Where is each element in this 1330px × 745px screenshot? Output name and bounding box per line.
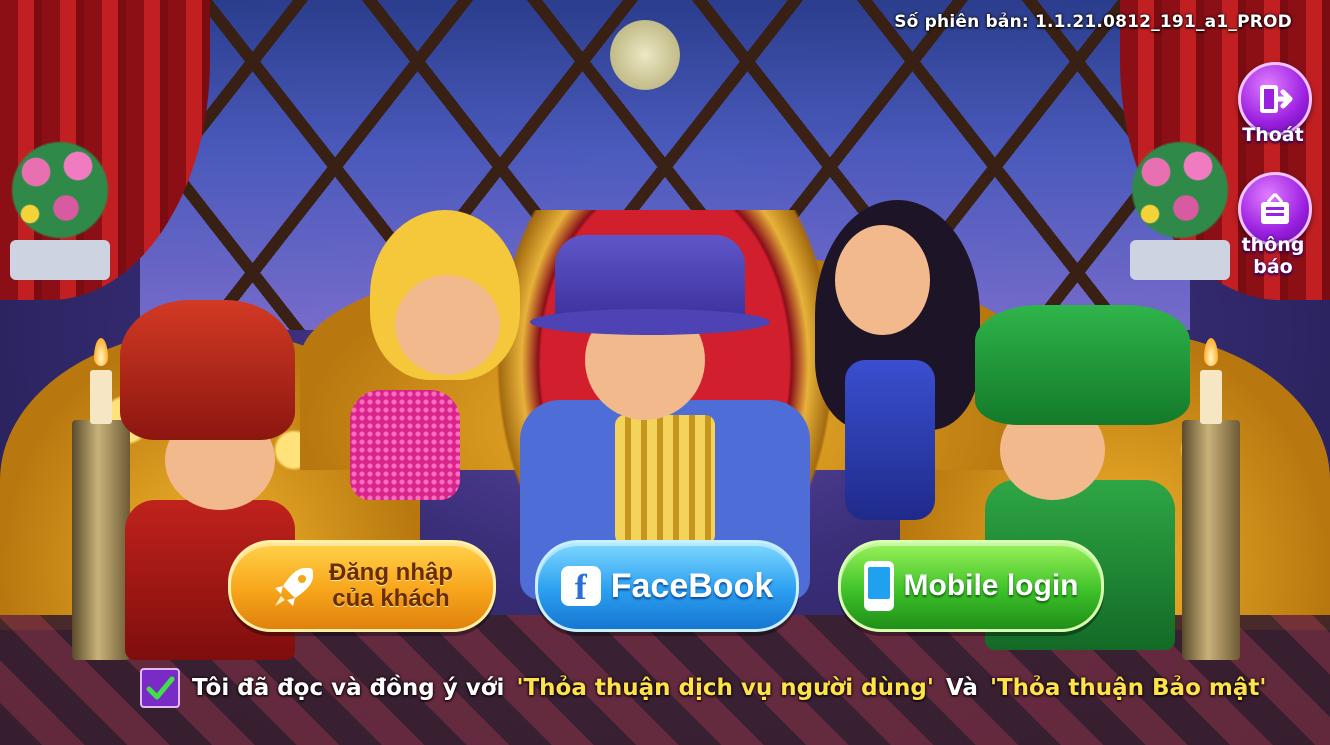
blonde-girl-dress (350, 390, 460, 500)
notice-label: thông báo (1241, 234, 1305, 278)
agreement-prefix: Tôi đã đọc và đồng ý với (192, 675, 505, 701)
god-of-wealth-hat (120, 300, 295, 440)
flame-right (1204, 338, 1218, 366)
checkmark-icon (146, 676, 175, 700)
agreement-conjunction: Và (945, 675, 978, 701)
blonde-girl-face (395, 275, 500, 375)
agreement-checkbox[interactable] (140, 668, 180, 708)
candle-right (1200, 370, 1222, 424)
moon (610, 20, 680, 90)
cleopatra-dress (845, 360, 935, 520)
login-screen: Số phiên bản: 1.1.21.0812_191_a1_PROD Th… (0, 0, 1330, 745)
phone-icon (863, 561, 894, 611)
version-label: Số phiên bản: 1.1.21.0812_191_a1_PROD (894, 12, 1292, 32)
agreement-row: Tôi đã đọc và đồng ý với 'Thỏa thuận dịc… (140, 668, 1266, 708)
candle-left (90, 370, 112, 424)
mobile-login-button[interactable]: Mobile login (838, 540, 1104, 632)
facebook-login-label: FaceBook (610, 566, 774, 605)
pillar-right (1182, 420, 1240, 660)
rocket-icon (271, 562, 319, 610)
facebook-icon: f (560, 566, 601, 607)
pot-bowl (1130, 240, 1230, 280)
privacy-policy-link[interactable]: 'Thỏa thuận Bảo mật' (990, 675, 1266, 701)
notice-button[interactable]: thông báo (1238, 172, 1312, 278)
guest-login-label: Đăng nhập của khách (329, 560, 453, 612)
exit-label: Thoát (1242, 124, 1304, 146)
pot-bowl (10, 240, 110, 280)
leprechaun-hat (975, 305, 1190, 425)
guest-login-line1: Đăng nhập (329, 559, 453, 586)
mobile-login-label: Mobile login (903, 569, 1079, 602)
boss-vest (615, 415, 715, 545)
flower-pot-right (1120, 130, 1240, 280)
guest-login-button[interactable]: Đăng nhập của khách (228, 540, 496, 632)
flowers (1120, 130, 1240, 250)
exit-button[interactable]: Thoát (1238, 62, 1312, 146)
cleopatra-face (835, 225, 930, 335)
pillar-left (72, 420, 130, 660)
flowers (0, 130, 120, 250)
guest-login-line2: của khách (332, 585, 450, 612)
flame-left (94, 338, 108, 366)
flower-pot-left (0, 130, 120, 280)
facebook-login-button[interactable]: f FaceBook (535, 540, 799, 632)
terms-of-service-link[interactable]: 'Thỏa thuận dịch vụ người dùng' (516, 675, 933, 701)
boss-top-hat (530, 235, 770, 335)
